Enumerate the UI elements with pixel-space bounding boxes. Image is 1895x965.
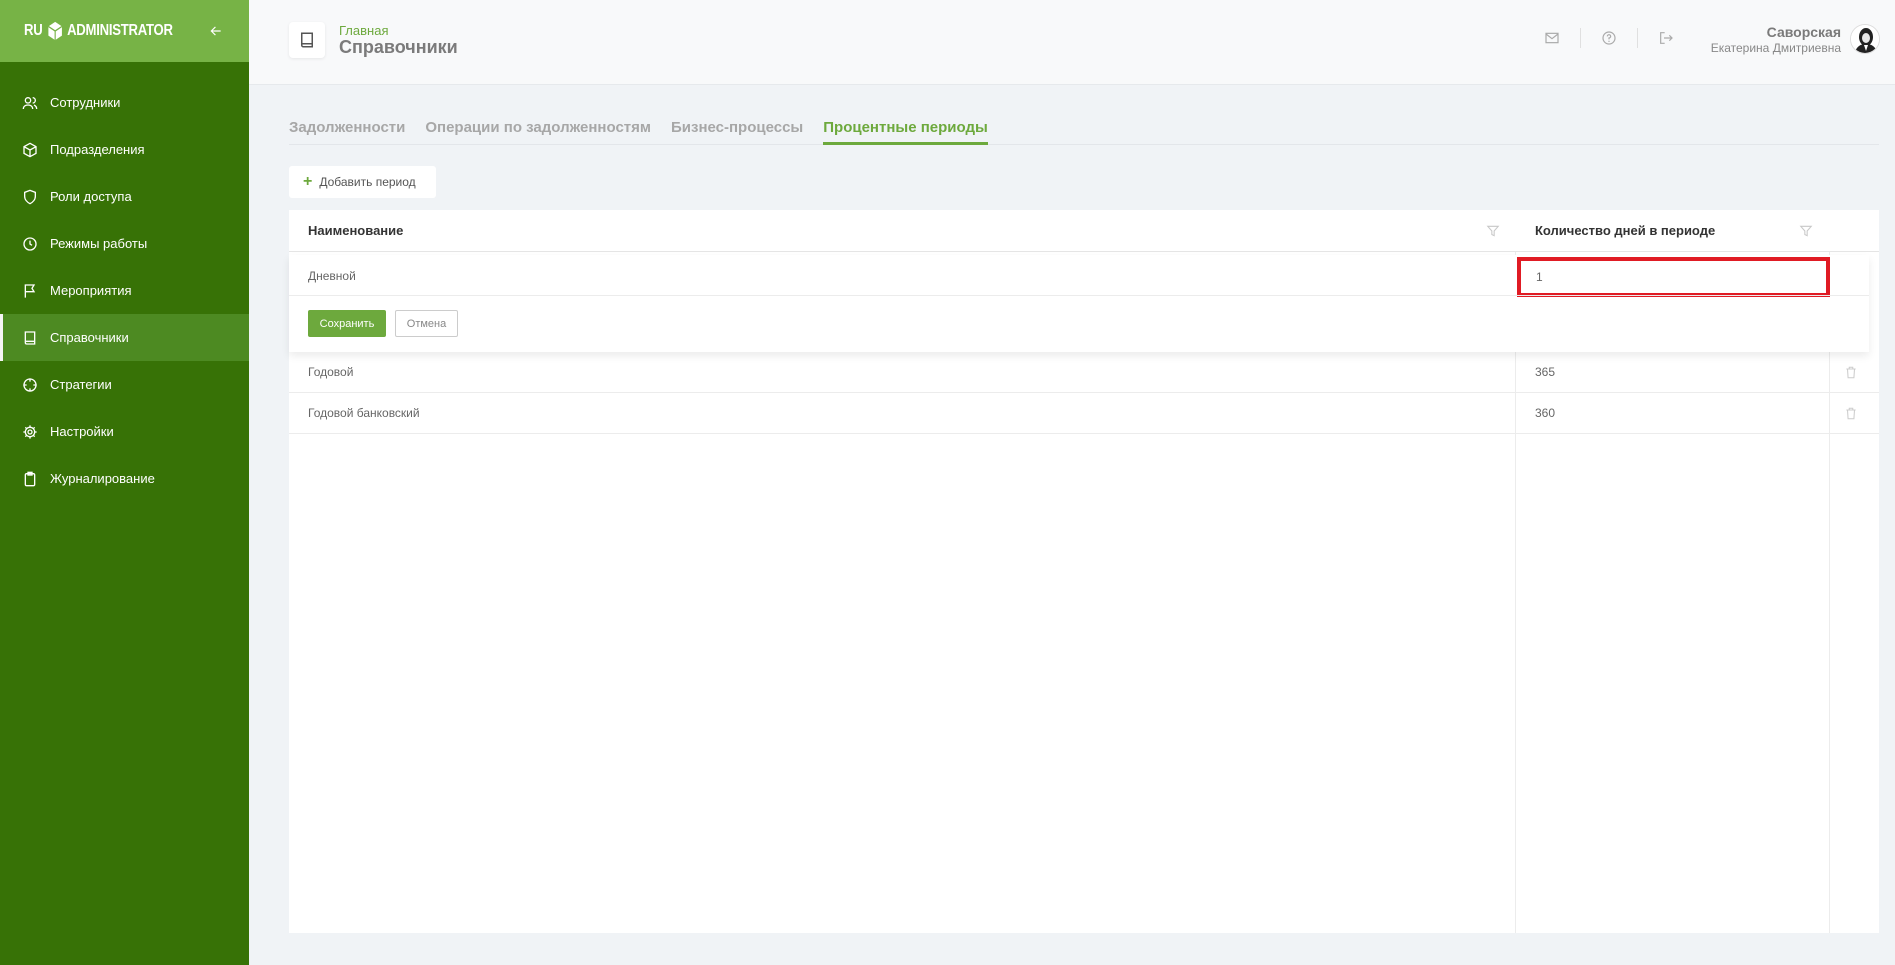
sidebar-item-events[interactable]: Мероприятия [0,267,249,314]
table-row[interactable]: Годовой 365 [289,352,1879,393]
user-name[interactable]: Саворская Екатерина Дмитриевна [1711,24,1841,55]
tab-debt-operations[interactable]: Операции по задолженностям [425,108,651,145]
sidebar-item-label: Режимы работы [50,236,148,251]
avatar[interactable] [1850,24,1880,54]
logout-icon[interactable] [1657,29,1675,47]
mail-icon[interactable] [1543,29,1561,47]
logo-bar: RU ADMINISTRATOR [0,0,249,62]
sidebar-item-departments[interactable]: Подразделения [0,126,249,173]
add-period-label: Добавить период [319,175,416,189]
header-divider [1580,28,1581,48]
clock-icon [22,236,38,252]
trash-icon[interactable] [1844,365,1858,380]
sidebar: RU ADMINISTRATOR Сотрудники Подразделени… [0,0,249,965]
users-icon [22,95,38,111]
tab-debts[interactable]: Задолженности [289,108,405,145]
cell-name: Годовой банковский [308,406,420,420]
sidebar-item-label: Мероприятия [50,283,132,298]
tabs: Задолженности Операции по задолженностям… [289,108,1879,145]
shield-icon [22,189,38,205]
cancel-button[interactable]: Отмена [395,310,458,337]
sidebar-item-directories[interactable]: Справочники [0,314,249,361]
sidebar-item-label: Сотрудники [50,95,121,110]
collapse-sidebar-button[interactable] [205,20,227,42]
filter-icon[interactable] [1799,224,1813,238]
sidebar-item-employees[interactable]: Сотрудники [0,79,249,126]
sidebar-item-strategies[interactable]: Стратегии [0,361,249,408]
add-period-button[interactable]: + Добавить период [289,166,436,198]
column-header-days[interactable]: Количество дней в периоде [1535,223,1715,238]
breadcrumb[interactable]: Главная [339,23,388,38]
book-icon [301,32,313,48]
cell-name: Годовой [308,365,354,379]
sidebar-item-work-modes[interactable]: Режимы работы [0,220,249,267]
logo-cube-icon [46,20,64,42]
header-divider [1637,28,1638,48]
page-icon [289,22,325,58]
tab-business-processes[interactable]: Бизнес-процессы [671,108,803,145]
periods-table: Наименование Количество дней в периоде Д… [289,210,1879,933]
sidebar-nav: Сотрудники Подразделения Роли доступа Ре… [0,79,249,502]
days-input[interactable] [1517,257,1830,297]
page-title: Справочники [339,37,458,57]
sidebar-item-settings[interactable]: Настройки [0,408,249,455]
flag-icon [22,283,38,299]
cube-icon [22,142,38,158]
column-header-name[interactable]: Наименование [308,223,403,238]
edit-row-name[interactable]: Дневной [308,269,356,283]
logo-text-left: RU [24,22,43,39]
table-header: Наименование Количество дней в периоде [289,210,1879,252]
help-icon[interactable] [1600,29,1618,47]
edit-row-panel: Дневной Сохранить Отмена [289,255,1869,352]
header-actions [1543,28,1675,48]
sidebar-item-label: Стратегии [50,377,112,392]
sidebar-item-label: Журналирование [50,471,155,486]
sidebar-item-label: Настройки [50,424,114,439]
save-button[interactable]: Сохранить [308,310,386,337]
book-icon [22,330,38,346]
sidebar-item-logging[interactable]: Журналирование [0,455,249,502]
user-avatar-icon [1851,25,1879,53]
filter-icon[interactable] [1486,224,1500,238]
crosshair-icon [22,377,38,393]
page-header: Главная Справочники Саворская Екатерина … [249,0,1895,85]
sidebar-item-label: Справочники [50,330,129,345]
trash-icon[interactable] [1844,406,1858,421]
cell-days: 360 [1535,406,1556,420]
tab-interest-periods[interactable]: Процентные периоды [823,108,988,145]
row-divider [289,295,1869,296]
plus-icon: + [303,173,313,190]
clipboard-icon [22,471,38,487]
user-last-name: Саворская [1766,24,1841,40]
cell-days: 365 [1535,365,1556,379]
logo-text-right: ADMINISTRATOR [67,22,173,39]
arrow-left-icon [210,26,221,36]
logo[interactable]: RU ADMINISTRATOR [24,20,173,42]
sidebar-item-label: Подразделения [50,142,145,157]
gear-icon [22,424,38,440]
sidebar-item-label: Роли доступа [50,189,132,204]
user-first-names: Екатерина Дмитриевна [1710,41,1841,55]
table-row[interactable]: Годовой банковский 360 [289,393,1879,434]
sidebar-item-access-roles[interactable]: Роли доступа [0,173,249,220]
